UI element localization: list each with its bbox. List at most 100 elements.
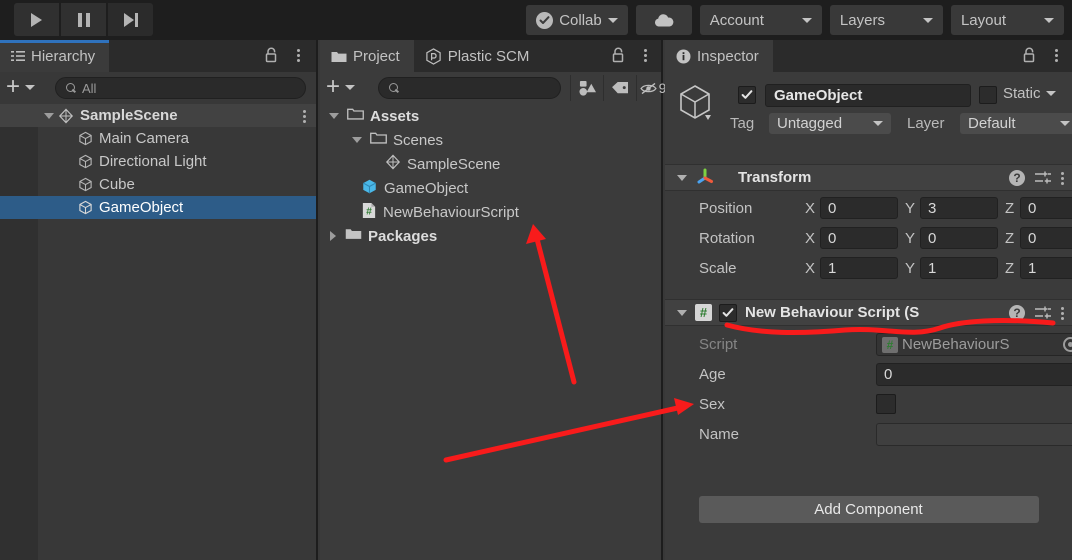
rotation-x-input[interactable]: 0 [820,227,898,249]
hierarchy-row-label: GameObject [99,199,184,216]
age-input[interactable]: 0 [876,363,1072,386]
project-row-label: GameObject [384,179,469,197]
static-label-group[interactable]: Static [1003,85,1056,102]
hierarchy-search-input[interactable]: All [55,77,306,99]
tab-project[interactable]: Project [320,40,414,72]
pause-icon [77,12,90,27]
hierarchy-lock-icon[interactable] [265,47,278,68]
preset-icon[interactable] [1034,170,1052,186]
transform-component: Transform ? Position X 0 Y 3 Z 0 Rotatio… [665,164,1072,284]
collab-button[interactable]: Collab [526,5,628,35]
inspector-lock-icon[interactable] [1023,47,1036,68]
hierarchy-row-cube[interactable]: Cube [0,173,316,196]
layer-dropdown[interactable]: Default [960,113,1072,134]
hierarchy-add-button[interactable]: + [6,73,36,100]
rotation-y-input[interactable]: 0 [920,227,998,249]
gameobject-enabled-checkbox[interactable] [738,86,756,104]
hierarchy-row-samplescene[interactable]: SampleScene [0,104,316,127]
help-icon[interactable]: ? [1009,305,1025,321]
position-x-input[interactable]: 0 [820,197,898,219]
chevron-down-icon[interactable] [352,137,362,143]
chevron-right-icon[interactable] [330,231,336,241]
project-row-label: NewBehaviourScript [383,203,519,221]
scale-label: Scale [699,260,737,277]
tab-inspector[interactable]: Inspector [665,40,773,72]
chevron-down-icon[interactable] [677,309,687,316]
unity-scene-icon [58,108,74,124]
scale-y-input[interactable]: 1 [920,257,998,279]
script-component-header[interactable]: # New Behaviour Script (S ? [665,299,1072,326]
chevron-down-icon[interactable] [44,112,54,119]
object-picker-icon[interactable] [1063,337,1072,352]
gameobject-cube-icon [78,200,93,215]
project-row-newbehaviourscript[interactable]: # NewBehaviourScript [320,200,661,224]
cloud-button[interactable] [635,5,692,35]
transform-row-position: Position X 0 Y 3 Z 0 [665,194,1072,224]
position-z-input[interactable]: 0 [1020,197,1072,219]
layers-button[interactable]: Layers [829,5,943,35]
help-icon[interactable]: ? [1009,170,1025,186]
static-checkbox[interactable] [979,86,997,104]
account-button[interactable]: Account [699,5,822,35]
unity-editor-window: Collab Account Layers Layout Hierarchy +… [0,0,1072,560]
plus-icon: + [6,73,21,100]
filter-by-label-icon[interactable] [603,75,636,101]
hierarchy-row-directional-light[interactable]: Directional Light [0,150,316,173]
project-search-input[interactable] [378,77,561,99]
project-lock-icon[interactable] [612,47,625,68]
scene-menu-icon[interactable] [303,110,306,123]
hierarchy-icon [11,50,25,63]
hierarchy-row-main-camera[interactable]: Main Camera [0,127,316,150]
rotation-z-input[interactable]: 0 [1020,227,1072,249]
project-add-button[interactable]: + [326,75,356,99]
preset-icon[interactable] [1034,305,1052,321]
transform-component-header[interactable]: Transform ? [665,164,1072,191]
scale-x-input[interactable]: 1 [820,257,898,279]
position-y-input[interactable]: 3 [920,197,998,219]
hierarchy-search-placeholder: All [82,80,97,96]
play-button[interactable] [14,3,59,36]
project-row-scenes[interactable]: Scenes [320,128,661,152]
script-enabled-checkbox[interactable] [719,303,737,322]
tag-dropdown[interactable]: Untagged [769,113,891,134]
gameobject-name-input[interactable]: GameObject [765,84,971,107]
hierarchy-panel: Hierarchy + All SampleScene Main Camera … [0,40,318,560]
tab-hierarchy[interactable]: Hierarchy [0,40,110,72]
script-component-title: New Behaviour Script (S [745,304,920,321]
project-row-packages[interactable]: Packages [320,224,661,248]
step-button[interactable] [108,3,153,36]
folder-closed-icon [345,227,362,245]
scale-z-input[interactable]: 1 [1020,257,1072,279]
hierarchy-row-gameobject[interactable]: GameObject [0,196,316,219]
axis-y-label: Y [905,230,916,247]
tag-value: Untagged [777,115,843,132]
add-component-area: Add Component [665,487,1072,532]
script-menu-icon[interactable] [1061,306,1064,320]
sex-checkbox[interactable] [876,394,896,414]
inspector-menu-icon[interactable] [1055,49,1058,62]
chevron-down-icon[interactable] [329,113,339,119]
csharp-script-icon: # [695,304,712,321]
layout-button[interactable]: Layout [950,5,1064,35]
pause-button[interactable] [61,3,106,36]
project-row-gameobject[interactable]: GameObject [320,176,661,200]
hierarchy-menu-icon[interactable] [297,49,300,62]
chevron-down-icon [1044,17,1054,23]
filter-by-type-icon[interactable] [570,75,603,101]
chevron-down-icon[interactable] [677,174,687,181]
script-object-field[interactable]: # NewBehaviourS [876,333,1072,356]
csharp-script-icon: # [882,336,898,353]
transform-menu-icon[interactable] [1061,171,1064,185]
main-toolbar: Collab Account Layers Layout [0,0,1072,40]
project-menu-icon[interactable] [644,49,647,62]
project-row-samplescene[interactable]: SampleScene [320,152,661,176]
hierarchy-row-label: Directional Light [99,153,207,170]
hierarchy-tabbar: Hierarchy [0,40,316,72]
project-filter-buttons: 9 [570,75,669,101]
chevron-down-icon [345,84,356,90]
add-component-button[interactable]: Add Component [698,496,1039,523]
cloud-icon [653,13,675,28]
tab-plastic-scm[interactable]: Plastic SCM [414,40,544,72]
name-input[interactable] [876,423,1072,446]
project-row-assets[interactable]: Assets [320,104,661,128]
